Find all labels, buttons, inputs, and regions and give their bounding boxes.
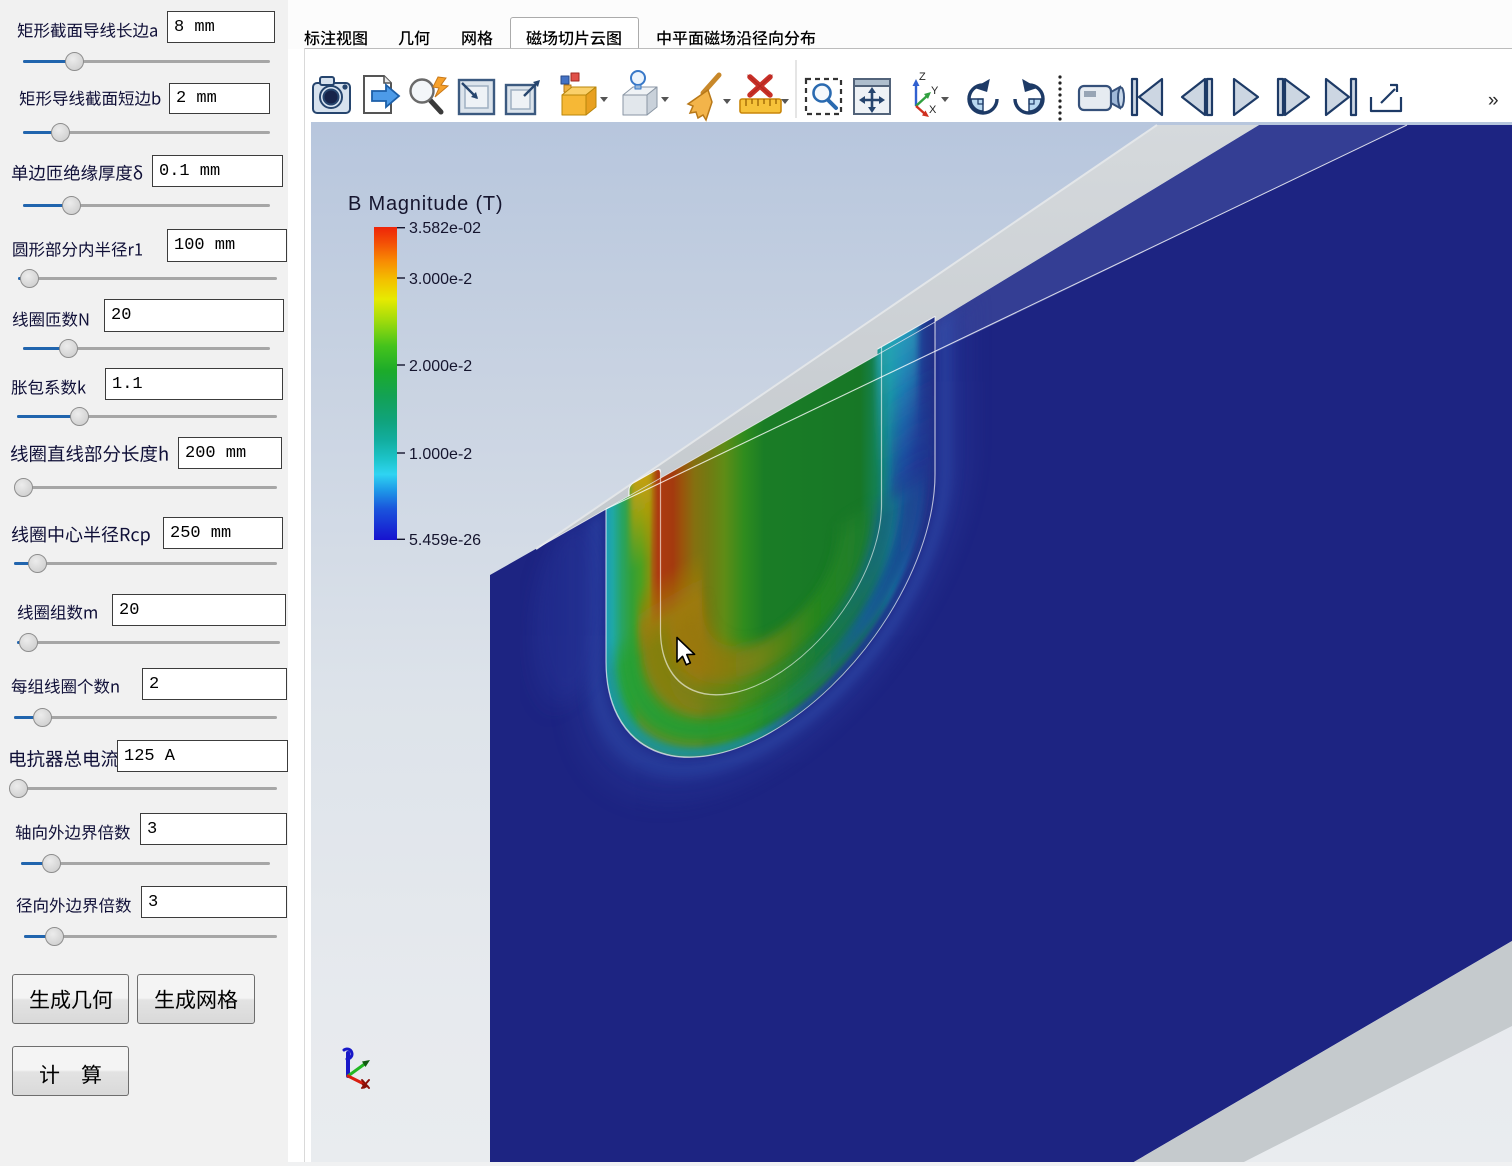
svg-text:B Magnitude (T): B Magnitude (T) (348, 193, 503, 215)
svg-text:»: » (1488, 90, 1499, 111)
svg-text:5.459e-26: 5.459e-26 (409, 532, 481, 549)
svg-text:3.000e-2: 3.000e-2 (409, 271, 472, 288)
svg-text:3.582e-02: 3.582e-02 (409, 220, 481, 237)
svg-text:X: X (929, 104, 937, 116)
svg-text:Z: Z (919, 71, 926, 83)
svg-text:2.000e-2: 2.000e-2 (409, 358, 472, 375)
svg-text:1.000e-2: 1.000e-2 (409, 446, 472, 463)
svg-text:Y: Y (931, 85, 939, 97)
